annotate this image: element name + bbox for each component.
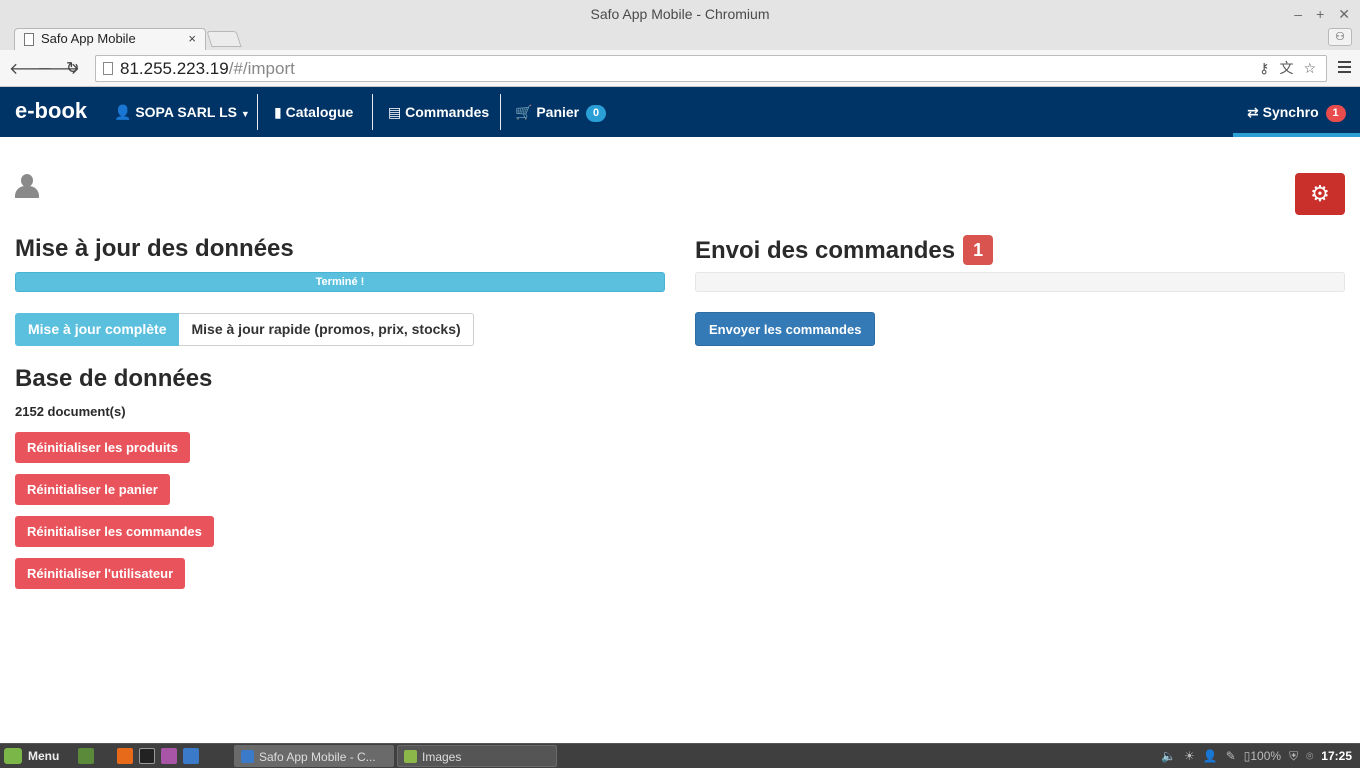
new-tab-button[interactable]: [206, 31, 242, 47]
nav-catalogue[interactable]: ▮ Catalogue: [274, 87, 353, 137]
network-icon[interactable]: ⌾: [1306, 744, 1313, 768]
quick-update-button[interactable]: Mise à jour rapide (promos, prix, stocks…: [179, 313, 474, 346]
tab-title: Safo App Mobile: [41, 31, 136, 46]
book-icon: ▮: [274, 104, 282, 120]
close-icon[interactable]: ✕: [1338, 0, 1350, 28]
orders-title: Envoi des commandes 1: [695, 235, 994, 265]
clock[interactable]: 17:25: [1321, 744, 1352, 768]
send-orders-button[interactable]: Envoyer les commandes: [695, 312, 876, 346]
update-progress-text: Terminé !: [315, 276, 365, 288]
browser-menu-icon[interactable]: [1338, 61, 1351, 73]
reset-orders-button[interactable]: Réinitialiser les commandes: [15, 516, 214, 547]
key-icon[interactable]: ⚷: [1259, 56, 1269, 81]
maximize-icon[interactable]: +: [1316, 0, 1324, 28]
star-icon[interactable]: ☆: [1303, 56, 1316, 81]
user-label: SOPA SARL LS: [135, 104, 237, 120]
omnibox-icons: ⚷ 文 ☆: [1259, 56, 1316, 81]
nav-catalogue-label: Catalogue: [285, 104, 354, 120]
update-progress-bar: Terminé !: [15, 272, 665, 292]
user-avatar-icon: [15, 174, 39, 198]
url-path: /#/import: [228, 59, 295, 78]
chromium-launcher-icon[interactable]: [183, 748, 199, 764]
cart-count-badge: 0: [586, 105, 607, 122]
profile-icon[interactable]: ⚇: [1328, 28, 1352, 46]
taskbar-window-label: Safo App Mobile - C...: [259, 750, 376, 764]
show-desktop-icon[interactable]: [78, 748, 94, 764]
browser-toolbar: 🡐 🡒 ↻ 81.255.223.19/#/import ⚷ 文 ☆: [0, 50, 1360, 87]
app-navbar: e-book 👤 SOPA SARL LS ▼ ▮ Catalogue ▤ Co…: [0, 87, 1360, 137]
taskbar-window-chromium[interactable]: Safo App Mobile - C...: [234, 745, 394, 767]
orders-progress-bar: [695, 272, 1345, 292]
tab-strip: Safo App Mobile × ⚇: [0, 28, 1360, 50]
reload-icon[interactable]: ↻: [66, 58, 79, 78]
nav-synchro[interactable]: ⇄ Synchro 1: [1247, 87, 1346, 137]
address-bar[interactable]: 81.255.223.19/#/import ⚷ 文 ☆: [95, 55, 1327, 82]
user-menu[interactable]: 👤 SOPA SARL LS ▼: [114, 87, 250, 137]
browser-tab[interactable]: Safo App Mobile ×: [14, 28, 206, 50]
brand[interactable]: e-book: [15, 98, 87, 124]
orders-title-text: Envoi des commandes: [695, 237, 956, 264]
nav-panier[interactable]: 🛒 Panier 0: [515, 87, 607, 137]
folder-icon: [404, 750, 417, 763]
nav-divider: [500, 94, 501, 130]
nav-commandes[interactable]: ▤ Commandes: [388, 87, 489, 137]
window-title: Safo App Mobile - Chromium: [590, 6, 770, 22]
settings-button[interactable]: ⚙: [1295, 173, 1345, 215]
nav-synchro-label: Synchro: [1262, 104, 1319, 120]
database-title: Base de données: [15, 365, 213, 392]
nav-commandes-label: Commandes: [405, 104, 490, 120]
user-icon: 👤: [114, 104, 132, 120]
chromium-icon: [241, 750, 254, 763]
window-controls: – + ✕: [1294, 0, 1350, 28]
battery-level: 100%: [1250, 749, 1282, 763]
cart-icon: 🛒: [515, 104, 533, 120]
battery-icon[interactable]: ▯100%: [1244, 744, 1281, 768]
app-launcher-icon[interactable]: [161, 748, 177, 764]
translate-icon[interactable]: 文: [1279, 56, 1293, 81]
shield-icon[interactable]: ⛨: [1289, 744, 1298, 768]
system-tray: 🔈 ☀ 👤 ✎ ▯100% ⛨ ⌾ 17:25: [1161, 744, 1352, 768]
update-title: Mise à jour des données: [15, 235, 294, 262]
page-icon: [24, 33, 34, 46]
nav-divider: [257, 94, 258, 130]
reset-products-button[interactable]: Réinitialiser les produits: [15, 432, 190, 463]
list-icon: ▤: [388, 104, 402, 120]
pen-icon[interactable]: ✎: [1226, 744, 1236, 768]
tab-close-icon[interactable]: ×: [188, 29, 196, 49]
reset-user-button[interactable]: Réinitialiser l'utilisateur: [15, 558, 186, 589]
taskbar-window-images[interactable]: Images: [397, 745, 557, 767]
window-titlebar: Safo App Mobile - Chromium – + ✕: [0, 0, 1360, 28]
brightness-icon[interactable]: ☀: [1184, 744, 1195, 768]
taskbar-window-label: Images: [422, 750, 462, 764]
nav-panier-label: Panier: [536, 104, 580, 120]
gear-icon: ⚙: [1310, 181, 1330, 206]
full-update-button[interactable]: Mise à jour complète: [15, 313, 180, 346]
terminal-icon[interactable]: [139, 748, 155, 764]
mint-logo-icon: [4, 748, 22, 764]
active-nav-indicator: [1233, 133, 1360, 137]
sync-icon: ⇄: [1247, 104, 1259, 120]
os-taskbar: Menu Safo App Mobile - C... Images 🔈 ☀ 👤…: [0, 743, 1360, 768]
caret-down-icon: ▼: [240, 109, 250, 119]
start-menu-button[interactable]: Menu: [4, 747, 59, 765]
reset-cart-button[interactable]: Réinitialiser le panier: [15, 474, 170, 505]
minimize-icon[interactable]: –: [1294, 0, 1302, 28]
firefox-icon[interactable]: [117, 748, 133, 764]
document-count: 2152 document(s): [15, 404, 126, 419]
synchro-count-badge: 1: [1325, 105, 1346, 122]
user-status-icon[interactable]: 👤: [1203, 744, 1218, 768]
url-host: 81.255.223.19: [120, 59, 229, 78]
volume-icon[interactable]: 🔈: [1161, 744, 1176, 768]
start-menu-label: Menu: [28, 749, 60, 763]
update-mode-group: Mise à jour complète Mise à jour rapide …: [15, 313, 474, 346]
page-icon: [103, 62, 113, 75]
pending-orders-badge: 1: [963, 235, 994, 265]
nav-divider: [372, 94, 373, 130]
